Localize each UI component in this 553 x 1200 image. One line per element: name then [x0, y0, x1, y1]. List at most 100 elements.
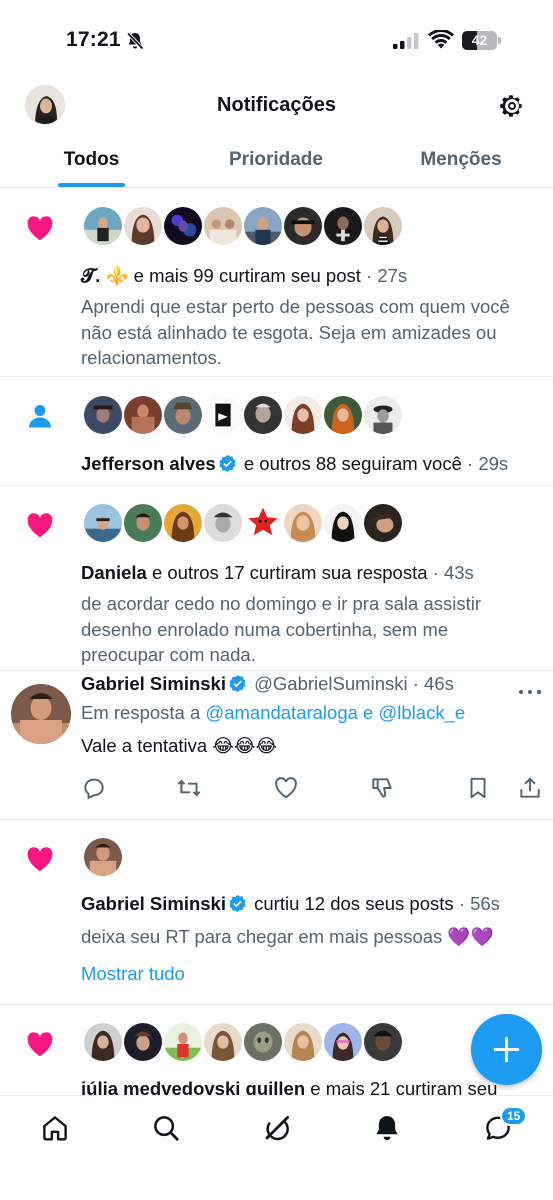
timestamp: · 27s — [366, 265, 408, 286]
notification-text: Jefferson alves e outros 88 seguiram voc… — [81, 451, 508, 477]
bookmark-icon[interactable] — [465, 775, 491, 801]
post-snippet[interactable]: Aprendi que estar perto de pessoas com q… — [81, 294, 521, 371]
notification-text: Daniela e outros 17 curtiram sua respost… — [81, 560, 474, 586]
actor-name[interactable]: 𝓣. ⚜️ — [81, 265, 129, 286]
avatar[interactable] — [82, 205, 124, 247]
bottom-nav: 15 — [0, 1095, 553, 1200]
status-time: 17:21 — [66, 28, 121, 51]
avatar[interactable] — [82, 502, 124, 544]
action-text: curtiu 12 dos seus posts — [248, 893, 454, 914]
notification-follow[interactable]: Jefferson alves e outros 88 seguiram voc… — [0, 377, 553, 486]
compose-button[interactable] — [471, 1014, 542, 1085]
tab-prioridade[interactable]: Prioridade — [214, 146, 338, 188]
timestamp: · 46s — [412, 673, 454, 694]
battery-indicator: 42 — [462, 31, 502, 50]
avatar[interactable] — [362, 502, 404, 544]
heart-icon — [27, 216, 53, 241]
search-icon[interactable] — [151, 1113, 181, 1143]
avatar[interactable] — [362, 1021, 404, 1063]
avatar[interactable] — [162, 394, 204, 436]
notification-text: Gabriel Siminski curtiu 12 dos seus post… — [81, 891, 500, 917]
avatar[interactable] — [322, 394, 364, 436]
avatar[interactable] — [282, 502, 324, 544]
post-snippet[interactable]: deixa seu RT para chegar em mais pessoas… — [81, 924, 494, 950]
notification-text: júlia medvedovski guillen e mais 21 curt… — [81, 1076, 497, 1095]
avatar[interactable] — [122, 502, 164, 544]
actor-name[interactable]: Daniela — [81, 562, 147, 583]
author-name[interactable]: Gabriel Siminski — [81, 673, 226, 694]
avatar[interactable] — [242, 502, 284, 544]
post-snippet[interactable]: de acordar cedo no domingo e ir pra sala… — [81, 591, 521, 668]
page-title: Notificações — [217, 94, 336, 116]
author-handle[interactable]: @GabrielSuminski — [254, 673, 407, 694]
avatar[interactable] — [82, 394, 124, 436]
notification-text: 𝓣. ⚜️ e mais 99 curtiram seu post · 27s — [81, 263, 407, 289]
action-text: e mais 99 curtiram seu post — [128, 265, 361, 286]
grok-icon[interactable] — [262, 1113, 292, 1143]
plus-icon — [493, 1036, 520, 1063]
avatar[interactable] — [322, 502, 364, 544]
like-icon[interactable] — [273, 775, 299, 801]
show-all-link[interactable]: Mostrar tudo — [81, 961, 185, 987]
avatar[interactable] — [202, 205, 244, 247]
avatar[interactable] — [122, 394, 164, 436]
gear-icon[interactable] — [498, 92, 526, 120]
avatar[interactable] — [122, 205, 164, 247]
avatar[interactable] — [362, 394, 404, 436]
avatar[interactable] — [322, 205, 364, 247]
notification-like[interactable]: Gabriel Siminski curtiu 12 dos seus post… — [0, 820, 553, 1005]
verified-badge-icon — [229, 894, 246, 913]
notification-like[interactable]: Daniela e outros 17 curtiram sua respost… — [0, 486, 553, 671]
notifications-icon[interactable] — [372, 1113, 402, 1143]
author-avatar[interactable] — [11, 684, 71, 744]
actor-name[interactable]: Jefferson alves — [81, 453, 216, 474]
bell-off-icon — [126, 32, 144, 50]
messages-badge: 15 — [500, 1106, 528, 1126]
avatar[interactable] — [282, 205, 324, 247]
reply-text[interactable]: Vale a tentativa 😂😂😂 — [81, 733, 277, 759]
reply-prefix: Em resposta a — [81, 702, 206, 723]
avatar[interactable] — [122, 1021, 164, 1063]
tab-indicator — [58, 183, 125, 187]
avatar[interactable] — [162, 205, 204, 247]
avatar[interactable] — [282, 394, 324, 436]
mention-link[interactable]: @lblack_e — [379, 702, 466, 723]
avatar[interactable] — [202, 1021, 244, 1063]
avatar[interactable] — [202, 502, 244, 544]
notification-like[interactable]: 𝓣. ⚜️ e mais 99 curtiram seu post · 27s … — [0, 189, 553, 377]
timestamp: · 29s — [467, 453, 509, 474]
retweet-icon[interactable] — [176, 775, 202, 801]
tab-mencoes[interactable]: Menções — [405, 146, 517, 188]
avatar[interactable] — [162, 502, 204, 544]
dislike-icon[interactable] — [369, 775, 395, 801]
avatar[interactable] — [242, 205, 284, 247]
avatar[interactable] — [282, 1021, 324, 1063]
reply-icon[interactable] — [81, 775, 107, 801]
avatar[interactable] — [82, 1021, 124, 1063]
actor-name[interactable]: Gabriel Siminski — [81, 893, 226, 914]
share-icon[interactable] — [517, 775, 543, 801]
notifications-feed[interactable]: 𝓣. ⚜️ e mais 99 curtiram seu post · 27s … — [0, 189, 553, 1095]
mention-link[interactable]: @amandataraloga — [205, 702, 358, 723]
avatar[interactable] — [242, 394, 284, 436]
heart-icon — [27, 1032, 53, 1057]
avatar[interactable] — [82, 836, 124, 878]
heart-icon — [27, 513, 53, 538]
wifi-icon — [428, 30, 454, 49]
reply-context: Em resposta a @amandataraloga e @lblack_… — [81, 700, 465, 726]
more-options-icon[interactable] — [517, 687, 543, 697]
timestamp: · 43s — [432, 562, 474, 583]
status-bar: 17:21 42 — [0, 0, 553, 78]
actor-name[interactable]: júlia medvedovski guillen — [81, 1078, 305, 1095]
home-icon[interactable] — [40, 1113, 70, 1143]
avatar[interactable] — [362, 205, 404, 247]
reply-header: Gabriel Siminski @GabrielSuminski · 46s — [81, 671, 454, 697]
timestamp: · 56s — [458, 893, 500, 914]
avatar[interactable] — [202, 394, 244, 436]
avatar[interactable] — [322, 1021, 364, 1063]
notification-reply[interactable]: Gabriel Siminski @GabrielSuminski · 46s … — [0, 671, 553, 820]
tab-todos[interactable]: Todos — [58, 146, 125, 188]
avatar[interactable] — [162, 1021, 204, 1063]
avatar[interactable] — [242, 1021, 284, 1063]
post-actions — [81, 775, 541, 805]
